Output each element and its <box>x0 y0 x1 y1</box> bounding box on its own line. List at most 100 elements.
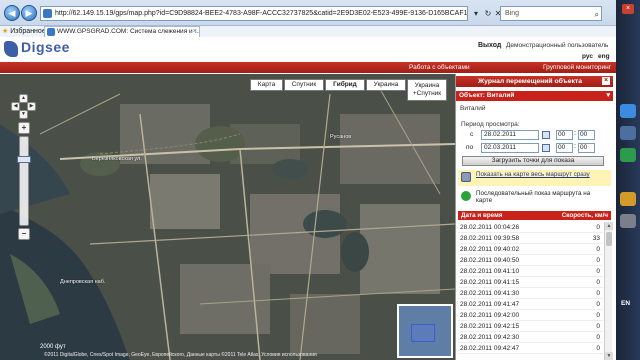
panel-title-text: Журнал перемещений объекта <box>478 78 582 85</box>
minute-from-select[interactable]: 00 <box>578 130 595 140</box>
tab-strip: ★ Избранное WWW.GPSGRAD.COM: Система сле… <box>0 25 616 37</box>
date-to-row: по 02.03.2011 00 : 00 <box>456 143 613 153</box>
table-row[interactable]: 28.02.2011 09:41:10 0 <box>458 266 603 277</box>
table-row[interactable]: 28.02.2011 09:42:30 0 <box>458 332 603 343</box>
row-speed: 0 <box>596 246 600 253</box>
panel-close-icon[interactable]: × <box>602 77 610 85</box>
lang-ru-link[interactable]: рус <box>582 53 593 60</box>
tab-favicon-icon <box>47 28 55 36</box>
map-type-hybrid-button[interactable]: Гибрид <box>325 79 365 91</box>
table-row[interactable]: 28.02.2011 09:41:47 0 <box>458 299 603 310</box>
hour-from-select[interactable]: 00 <box>556 130 573 140</box>
points-table-header: Дата и время Скорость, км/ч <box>458 211 611 220</box>
zoom-in-button[interactable]: + <box>18 122 30 134</box>
favorites-button[interactable]: ★ Избранное <box>2 27 46 35</box>
scroll-down-icon[interactable]: ▼ <box>605 352 613 360</box>
input-language-indicator[interactable]: EN <box>621 300 630 307</box>
address-dropdown-icon[interactable]: ▾ <box>470 6 482 21</box>
app-taskbar-icon[interactable] <box>620 148 636 162</box>
settings-taskbar-icon[interactable] <box>620 214 636 228</box>
explorer-taskbar-icon[interactable] <box>620 126 636 140</box>
table-row[interactable]: 28.02.2011 09:40:50 0 <box>458 255 603 266</box>
table-row[interactable]: 28.02.2011 00:04:26 0 <box>458 222 603 233</box>
logo-text: Digsee <box>21 39 70 55</box>
search-icon[interactable]: ⌕ <box>595 8 599 21</box>
browser-tab[interactable]: WWW.GPSGRAD.COM: Система слежения и ... … <box>44 26 200 37</box>
ie-taskbar-icon[interactable] <box>620 104 636 118</box>
table-row[interactable]: 28.02.2011 09:42:15 0 <box>458 321 603 332</box>
map-type-satellite-button[interactable]: Спутник <box>284 79 324 91</box>
date-to-input[interactable]: 02.03.2011 <box>481 143 539 153</box>
back-button[interactable]: ◀ <box>4 5 20 21</box>
address-bar[interactable]: http://62.149.15.19/gps/map.php?id=C9D98… <box>40 6 468 21</box>
period-label: Период просмотра: <box>461 121 520 128</box>
row-datetime: 28.02.2011 09:42:47 <box>460 345 520 352</box>
tab-close-icon[interactable]: × <box>193 27 197 37</box>
row-datetime: 28.02.2011 09:39:58 <box>460 235 520 242</box>
scroll-thumb[interactable] <box>606 232 612 246</box>
load-points-button[interactable]: Загрузить точки для показа <box>462 156 604 166</box>
os-taskbar: × EN <box>616 0 640 360</box>
table-row[interactable]: 28.02.2011 09:41:15 0 <box>458 277 603 288</box>
table-row[interactable]: 28.02.2011 09:39:58 33 <box>458 233 603 244</box>
points-scrollbar[interactable]: ▲ ▼ <box>604 222 613 360</box>
row-datetime: 28.02.2011 09:41:10 <box>460 268 520 275</box>
search-box[interactable]: Bing ⌕ <box>500 6 602 21</box>
date-from-row: с 28.02.2011 00 : 00 <box>456 130 613 140</box>
show-full-route-option[interactable]: Показать на карте весь маршрут сразу <box>458 170 611 186</box>
row-datetime: 28.02.2011 09:41:47 <box>460 301 520 308</box>
object-header[interactable]: Объект: Виталий ▾ <box>456 91 613 101</box>
scroll-up-icon[interactable]: ▲ <box>605 222 613 230</box>
nav-objects-link[interactable]: Работа с объектами <box>409 64 470 71</box>
object-collapse-icon[interactable]: ▾ <box>606 91 610 101</box>
table-row[interactable]: 28.02.2011 09:41:30 0 <box>458 288 603 299</box>
points-table: 28.02.2011 00:04:26 0 28.02.2011 09:39:58… <box>458 222 603 360</box>
date-from-input[interactable]: 28.02.2011 <box>481 130 539 140</box>
object-name: Виталий <box>460 105 486 112</box>
favorites-label: Избранное <box>10 28 46 35</box>
window-close-icon[interactable]: × <box>622 4 634 14</box>
logo[interactable]: Digsee <box>4 39 84 58</box>
table-row[interactable]: 28.02.2011 09:42:47 0 <box>458 343 603 354</box>
tab-title: WWW.GPSGRAD.COM: Система слежения и ... <box>57 28 200 35</box>
row-speed: 0 <box>596 290 600 297</box>
overview-viewport-box[interactable] <box>411 324 435 342</box>
col-speed: Скорость, км/ч <box>561 212 608 219</box>
zoom-slider-thumb[interactable] <box>17 156 31 163</box>
row-speed: 0 <box>596 257 600 264</box>
calendar-from-icon[interactable] <box>542 131 550 139</box>
lang-en-link[interactable]: eng <box>598 53 610 60</box>
row-datetime: 28.02.2011 09:41:30 <box>460 290 520 297</box>
map-type-ukraine-satellite-button[interactable]: Украина +Спутник <box>407 79 447 101</box>
forward-button[interactable]: ▶ <box>21 5 37 21</box>
logout-link[interactable]: Выход <box>478 42 501 49</box>
map-type-ukraine-button[interactable]: Украина <box>366 79 406 91</box>
zoom-slider-track[interactable] <box>19 136 29 226</box>
hour-to-select[interactable]: 00 <box>556 143 573 153</box>
row-speed: 0 <box>596 279 600 286</box>
map-type-map-button[interactable]: Карта <box>250 79 283 91</box>
sequential-route-option[interactable]: Последовательный показ маршрута на карте <box>458 189 611 205</box>
satellite-map[interactable]: Березняковская ул. Русанов Днепровская н… <box>0 74 455 360</box>
row-speed: 0 <box>596 334 600 341</box>
row-speed: 33 <box>592 235 600 242</box>
calendar-to-icon[interactable] <box>542 144 550 152</box>
row-speed: 0 <box>596 323 600 330</box>
table-row[interactable]: 28.02.2011 09:40:02 0 <box>458 244 603 255</box>
play-icon <box>461 191 471 201</box>
show-full-route-label[interactable]: Показать на карте весь маршрут сразу <box>476 171 608 178</box>
overview-minimap[interactable] <box>397 304 453 358</box>
zoom-out-button[interactable]: − <box>18 228 30 240</box>
row-speed: 0 <box>596 312 600 319</box>
logo-mark-icon <box>4 41 18 57</box>
folder-taskbar-icon[interactable] <box>620 192 636 206</box>
table-row[interactable]: 28.02.2011 09:42:00 0 <box>458 310 603 321</box>
time-separator: : <box>574 130 576 137</box>
nav-group-monitoring-link[interactable]: Групповой мониторинг <box>543 64 611 71</box>
pan-control: ▲ ◀ ▶ ▼ <box>11 94 37 120</box>
sequential-route-label[interactable]: Последовательный показ маршрута на карте <box>476 190 608 204</box>
map-embankment-label: Днепровская наб. <box>60 279 106 285</box>
pan-right-icon[interactable]: ▶ <box>27 102 36 111</box>
pan-down-icon[interactable]: ▼ <box>19 110 28 119</box>
minute-to-select[interactable]: 00 <box>578 143 595 153</box>
